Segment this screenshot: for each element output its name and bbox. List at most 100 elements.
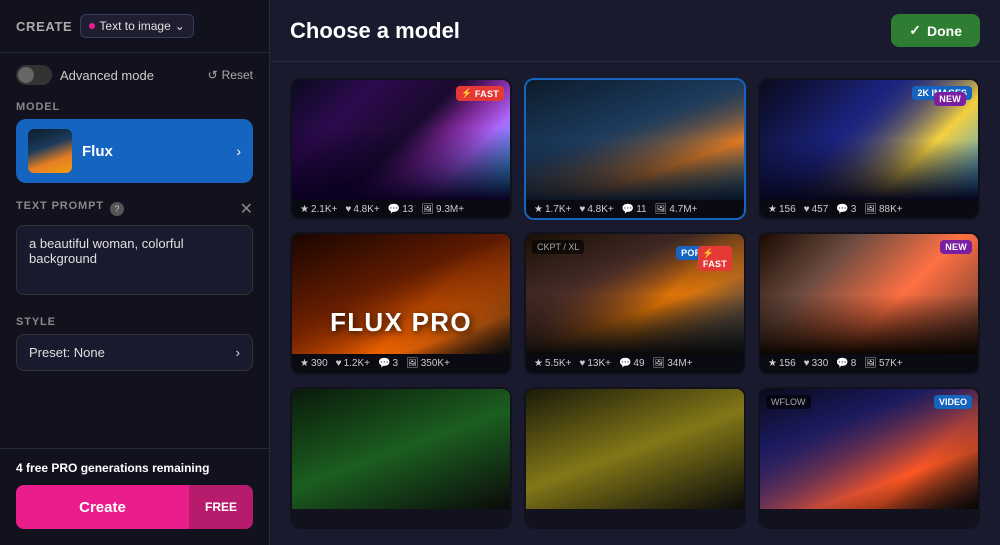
reset-label: Reset <box>222 68 253 82</box>
sidebar: CREATE Text to image ⌄ Advanced mode ↺ R… <box>0 0 270 545</box>
stat-stars: ★ 156 <box>768 358 796 369</box>
bottom-mid-title <box>536 517 734 529</box>
models-grid: ⚡ FAST ★ 2.1K+ ♥ 4.8K+ 💬 13 🖼 9.3M+ Flux… <box>270 62 1000 545</box>
model-card-flux[interactable]: ★ 1.7K+ ♥ 4.8K+ 💬 11 🖼 4.7M+ Flux ✓ PRO … <box>524 78 746 220</box>
stat-stars: ★ 156 <box>768 204 796 215</box>
stat-stars: ★ 2.1K+ <box>300 204 337 215</box>
clear-icon[interactable]: ✕ <box>240 199 253 219</box>
stat-images: 🖼 34M+ <box>653 358 693 369</box>
stat-images: 🖼 88K+ <box>864 204 902 215</box>
sidebar-footer: 4 free PRO generations remaining Create … <box>0 448 269 545</box>
stat-hearts: ♥ 4.8K+ <box>345 204 379 215</box>
stat-hearts: ♥ 1.2K+ <box>336 358 370 369</box>
recraft-stats: ★ 156 ♥ 330 💬 8 🖼 57K+ <box>760 354 978 373</box>
stat-stars: ★ 1.7K+ <box>534 204 571 215</box>
model-card-bottom-right[interactable]: WFLOW VIDEO <box>758 387 980 529</box>
style-section: STYLE Preset: None › <box>16 316 253 371</box>
stat-images: 🖼 9.3M+ <box>421 204 464 215</box>
model-card-recraft[interactable]: NEW ★ 156 ♥ 330 💬 8 🖼 57K+ Recraft v3 PR… <box>758 232 980 374</box>
fast-badge: ⚡ FAST <box>456 86 504 101</box>
advanced-row: Advanced mode ↺ Reset <box>16 65 253 85</box>
bottom-left-title <box>302 517 500 529</box>
main-content: Choose a model ✓ Done ⚡ FAST ★ 2.1K+ ♥ 4… <box>270 0 1000 545</box>
stat-images: 🖼 57K+ <box>864 358 902 369</box>
mode-selector[interactable]: Text to image ⌄ <box>80 14 193 38</box>
main-header: Choose a model ✓ Done <box>270 0 1000 62</box>
new-badge-recraft: NEW <box>940 240 972 254</box>
style-section-label: STYLE <box>16 316 253 328</box>
new-badge: NEW <box>934 92 966 106</box>
model-chevron-icon: › <box>236 143 241 159</box>
flux-pro-ultra-stats: ★ 156 ♥ 457 💬 3 🖼 88K+ <box>760 200 978 219</box>
model-card-dreamshaper[interactable]: CKPT / XL POPULAR ⚡ FAST ★ 5.5K+ ♥ 13K+ … <box>524 232 746 374</box>
model-image-flux-pro-v1: FLUX PRO <box>292 234 510 354</box>
wflow-label: WFLOW <box>766 395 811 409</box>
chevron-down-icon: ⌄ <box>175 19 185 33</box>
stat-hearts: ♥ 457 <box>804 204 829 215</box>
dreamshaper-info: Dreamshaper XL Lightning Dreamshaper XL,… <box>526 373 744 374</box>
model-image-flux <box>526 80 744 200</box>
model-image-recraft: NEW <box>760 234 978 354</box>
create-button[interactable]: Create FREE <box>16 485 253 529</box>
help-icon[interactable]: ? <box>110 202 124 216</box>
page-title: Choose a model <box>290 18 460 44</box>
stat-comments: 💬 13 <box>388 204 414 215</box>
stat-images: 🖼 4.7M+ <box>655 204 698 215</box>
dreamshaper-stats: ★ 5.5K+ ♥ 13K+ 💬 49 🖼 34M+ <box>526 354 744 373</box>
mode-label: Text to image <box>99 19 170 33</box>
flux-info: Flux ✓ PRO 4 free remaining The largest … <box>526 219 744 220</box>
model-card-flux-pro-ultra[interactable]: NEW 2K IMAGES ★ 156 ♥ 457 💬 3 🖼 88K+ Flu… <box>758 78 980 220</box>
model-card-bottom-left[interactable] <box>290 387 512 529</box>
fast-badge-text: FAST <box>475 89 499 99</box>
text-prompt-header: TEXT PROMPT ? ✕ <box>16 199 253 219</box>
pro-remaining: 4 free PRO generations remaining <box>16 461 253 475</box>
advanced-mode-toggle[interactable] <box>16 65 52 85</box>
model-image-flux-schnell: ⚡ FAST <box>292 80 510 200</box>
create-btn-label: Create <box>16 485 189 529</box>
create-btn-free: FREE <box>189 485 253 529</box>
model-thumbnail <box>28 129 72 173</box>
model-card[interactable]: Flux › <box>16 119 253 183</box>
flux-pro-watermark: FLUX PRO <box>292 307 510 338</box>
model-section-label: MODEL <box>16 101 253 113</box>
model-image-bottom-right: WFLOW VIDEO <box>760 389 978 509</box>
style-value: Preset: None <box>29 345 105 360</box>
lightning-icon: ⚡ <box>461 88 472 99</box>
done-button[interactable]: ✓ Done <box>891 14 980 47</box>
stat-comments: 💬 8 <box>836 358 856 369</box>
stat-hearts: ♥ 4.8K+ <box>579 204 613 215</box>
flux-schnell-stats: ★ 2.1K+ ♥ 4.8K+ 💬 13 🖼 9.3M+ <box>292 200 510 219</box>
flux-pro-v1-stats: ★ 390 ♥ 1.2K+ 💬 3 🖼 350K+ <box>292 354 510 373</box>
bottom-mid-info <box>526 509 744 529</box>
create-label: CREATE <box>16 19 72 34</box>
reset-icon: ↺ <box>208 68 218 82</box>
prompt-textarea[interactable]: a beautiful woman, colorful background <box>16 225 253 295</box>
recraft-info: Recraft v3 PRO 4 free remaining Recraft'… <box>760 373 978 374</box>
bottom-left-info <box>292 509 510 529</box>
pro-remaining-count: 4 <box>16 461 23 475</box>
stat-stars: ★ 390 <box>300 358 328 369</box>
flux-schnell-info: Flux Schnell A smaller Flux model that o… <box>292 219 510 220</box>
flux-stats: ★ 1.7K+ ♥ 4.8K+ 💬 11 🖼 4.7M+ <box>526 200 744 219</box>
stat-comments: 💬 3 <box>378 358 398 369</box>
style-select[interactable]: Preset: None › <box>16 334 253 371</box>
model-card-flux-pro-v1[interactable]: FLUX PRO ★ 390 ♥ 1.2K+ 💬 3 🖼 350K+ Flux … <box>290 232 512 374</box>
bottom-right-info <box>760 509 978 529</box>
model-card-bottom-mid[interactable] <box>524 387 746 529</box>
model-card-flux-schnell[interactable]: ⚡ FAST ★ 2.1K+ ♥ 4.8K+ 💬 13 🖼 9.3M+ Flux… <box>290 78 512 220</box>
style-chevron-icon: › <box>236 345 240 360</box>
model-image-dreamshaper: CKPT / XL POPULAR ⚡ FAST <box>526 234 744 354</box>
reset-button[interactable]: ↺ Reset <box>208 68 253 82</box>
stat-hearts: ♥ 13K+ <box>579 358 611 369</box>
model-image-flux-pro-ultra: NEW 2K IMAGES <box>760 80 978 200</box>
done-label: Done <box>927 23 962 39</box>
flux-pro-ultra-info: Flux PRO v1.1 Ultra PRO 4 free remaining… <box>760 219 978 220</box>
bottom-right-title <box>770 517 968 529</box>
check-icon: ✓ <box>909 22 921 39</box>
model-image-bottom-mid <box>526 389 744 509</box>
mode-dot <box>89 23 95 29</box>
sidebar-header: CREATE Text to image ⌄ <box>0 0 269 53</box>
text-prompt-label: TEXT PROMPT <box>16 200 104 212</box>
section-header-left: TEXT PROMPT ? <box>16 200 124 218</box>
pro-remaining-text: free PRO generations remaining <box>26 461 209 475</box>
